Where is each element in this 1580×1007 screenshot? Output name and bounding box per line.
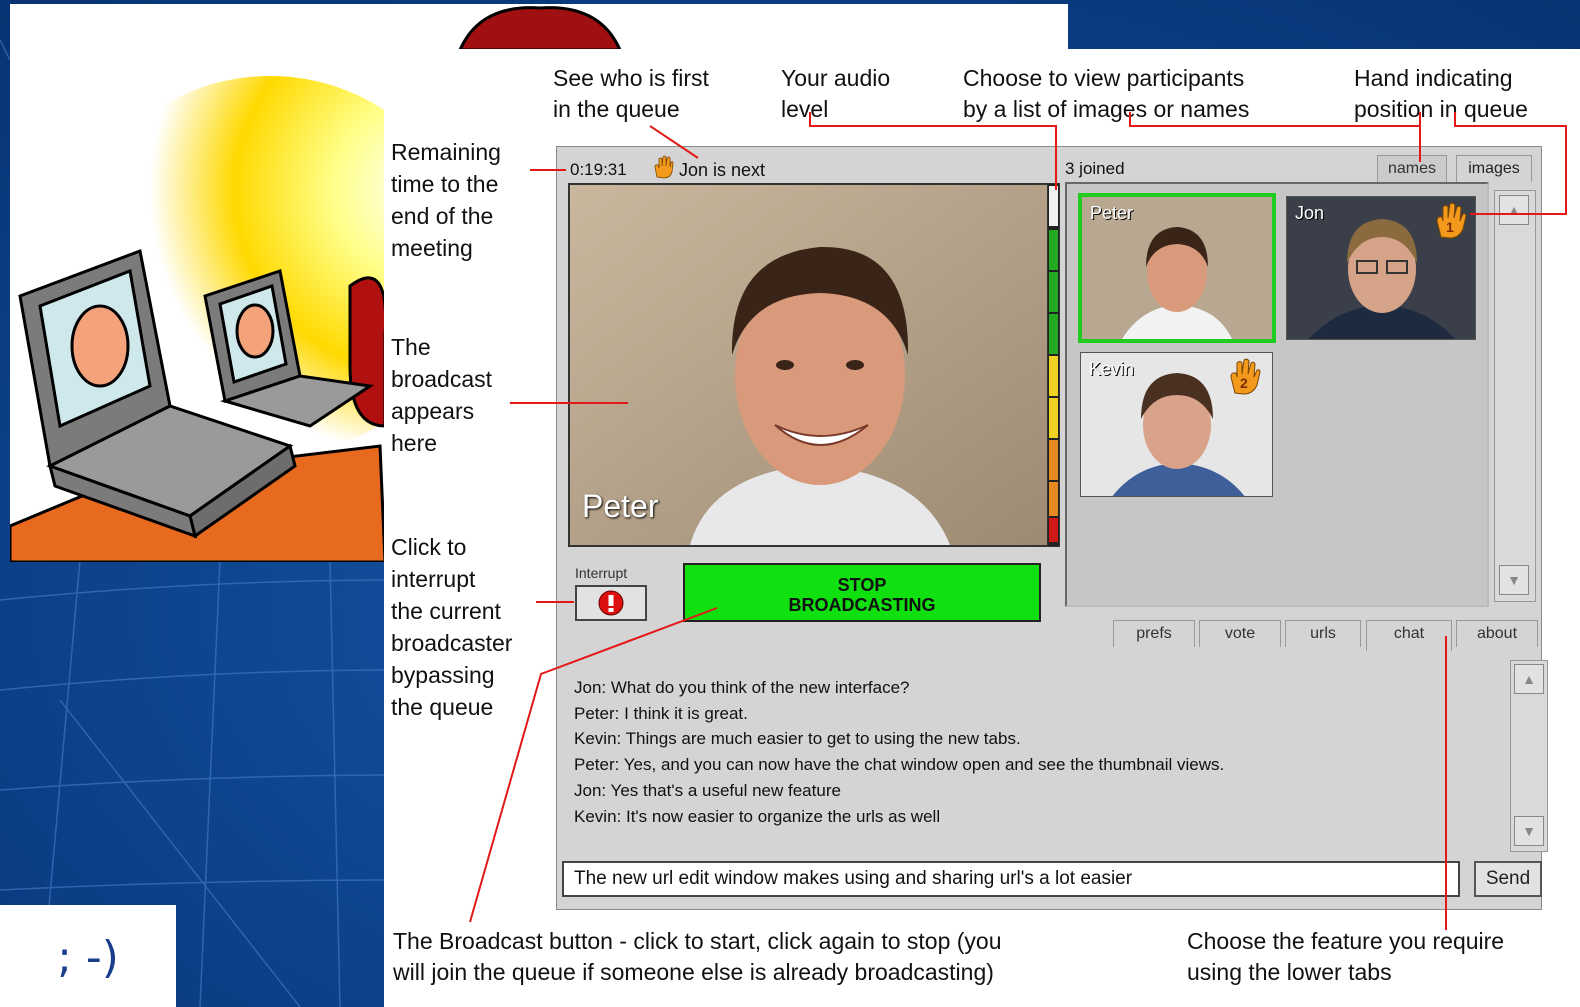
callout-line: Click to <box>391 534 467 560</box>
audio-level-meter <box>1047 183 1060 547</box>
callout-line: here <box>391 430 438 456</box>
chat-message: Kevin: Things are much easier to get to … <box>574 729 1021 749</box>
button-label-line: STOP <box>837 575 887 595</box>
queue-hand-icon <box>652 155 676 184</box>
scroll-down-icon[interactable]: ▼ <box>1499 565 1529 595</box>
chat-message: Peter: Yes, and you can now have the cha… <box>574 755 1225 775</box>
callout-line: Your audio <box>781 65 891 91</box>
broadcaster-name-label: Peter <box>582 488 659 524</box>
scroll-up-icon[interactable]: ▲ <box>1499 195 1529 225</box>
interrupt-button[interactable] <box>575 585 647 621</box>
callout-remaining-time: Remaining time to the end of the meeting <box>391 136 501 264</box>
callout-line: will join the queue if someone else is a… <box>393 959 994 985</box>
chat-log: Jon: What do you think of the new interf… <box>563 655 1499 845</box>
callout-line: time to the <box>391 171 499 197</box>
callout-line: See who is first <box>553 65 709 91</box>
queue-hand-icon: 2 <box>1227 357 1261 400</box>
callout-line: Choose the feature you require <box>1187 928 1505 954</box>
callout-hand-indicating: Hand indicating position in queue <box>1354 63 1528 125</box>
callout-line: the current <box>391 598 501 624</box>
callout-broadcast-appears: The broadcast appears here <box>391 331 492 459</box>
callout-choose-feature: Choose the feature you require using the… <box>1187 926 1504 988</box>
chat-message: Jon: Yes that's a useful new feature <box>574 780 841 800</box>
callout-audio-level: Your audio level <box>781 63 890 125</box>
button-label-line: BROADCASTING <box>788 595 936 615</box>
callout-broadcast-button: The Broadcast button - click to start, c… <box>393 926 1002 988</box>
thumb-name-label: Jon <box>1295 203 1325 223</box>
thumb-name-label: Peter <box>1090 203 1134 223</box>
chat-input[interactable]: The new url edit window makes using and … <box>562 861 1460 897</box>
next-in-queue: Jon is next <box>679 160 766 180</box>
stop-broadcasting-button[interactable]: STOP BROADCASTING <box>683 563 1041 622</box>
callout-queue-first: See who is first in the queue <box>553 63 709 125</box>
interrupt-label: Interrupt <box>575 565 628 581</box>
thumb-name-label: Kevin <box>1089 359 1135 379</box>
thumbnails-scrollbar[interactable]: ▲ ▼ <box>1494 190 1536 602</box>
slide-header-strip <box>10 4 1068 52</box>
callout-line: by a list of images or names <box>963 96 1250 122</box>
callout-view-participants: Choose to view participants by a list of… <box>963 63 1249 125</box>
queue-hand-icon: 1 <box>1433 201 1467 244</box>
scroll-up-icon[interactable]: ▲ <box>1514 664 1544 694</box>
callout-line: broadcast <box>391 366 493 392</box>
wink-emoticon: ; -) <box>57 932 119 983</box>
participant-thumb-kevin[interactable]: Kevin 2 <box>1080 352 1273 497</box>
send-button[interactable]: Send <box>1474 861 1542 897</box>
callout-line: Remaining <box>391 139 501 165</box>
callout-line: Choose to view participants <box>963 65 1245 91</box>
callout-line: The Broadcast button - click to start, c… <box>393 928 1002 954</box>
callout-line: using the lower tabs <box>1187 959 1392 985</box>
tab-urls[interactable]: urls <box>1285 620 1361 647</box>
interrupt-alert-icon <box>598 590 624 616</box>
callout-line: broadcaster <box>391 630 513 656</box>
callout-click-interrupt: Click to interrupt the current broadcast… <box>391 531 512 723</box>
callout-line: position in queue <box>1354 96 1528 122</box>
joined-count: 3 joined <box>1065 159 1125 178</box>
tab-about[interactable]: about <box>1456 620 1538 647</box>
chat-message: Jon: What do you think of the new interf… <box>574 678 910 697</box>
callout-line: appears <box>391 398 475 424</box>
tab-prefs[interactable]: prefs <box>1113 620 1195 647</box>
chat-scrollbar[interactable]: ▲ ▼ <box>1510 660 1548 852</box>
tab-images[interactable]: images <box>1456 155 1532 182</box>
callout-line: interrupt <box>391 566 476 592</box>
tab-names[interactable]: names <box>1377 155 1447 182</box>
tab-vote[interactable]: vote <box>1199 620 1281 647</box>
tab-chat[interactable]: chat <box>1366 620 1452 651</box>
callout-line: end of the <box>391 203 494 229</box>
computers-cartoon <box>10 76 385 562</box>
meeting-timer: 0:19:31 <box>570 160 627 179</box>
chat-message: Peter: I think it is great. <box>574 703 748 723</box>
callout-line: in the queue <box>553 96 680 122</box>
callout-line: level <box>781 96 829 122</box>
scroll-down-icon[interactable]: ▼ <box>1514 816 1544 846</box>
callout-line: Hand indicating <box>1354 65 1513 91</box>
callout-line: bypassing <box>391 662 495 688</box>
participant-thumb-jon[interactable]: Jon 1 <box>1286 196 1476 340</box>
queue-position-number: 1 <box>1446 219 1454 235</box>
queue-position-number: 2 <box>1240 375 1248 391</box>
clipart-illustration <box>10 6 385 562</box>
callout-line: the queue <box>391 694 494 720</box>
callout-line: meeting <box>391 235 473 261</box>
callout-line: The <box>391 334 431 360</box>
chat-message: Kevin: It's now easier to organize the u… <box>574 806 941 826</box>
participant-thumb-peter[interactable]: Peter <box>1078 193 1276 343</box>
